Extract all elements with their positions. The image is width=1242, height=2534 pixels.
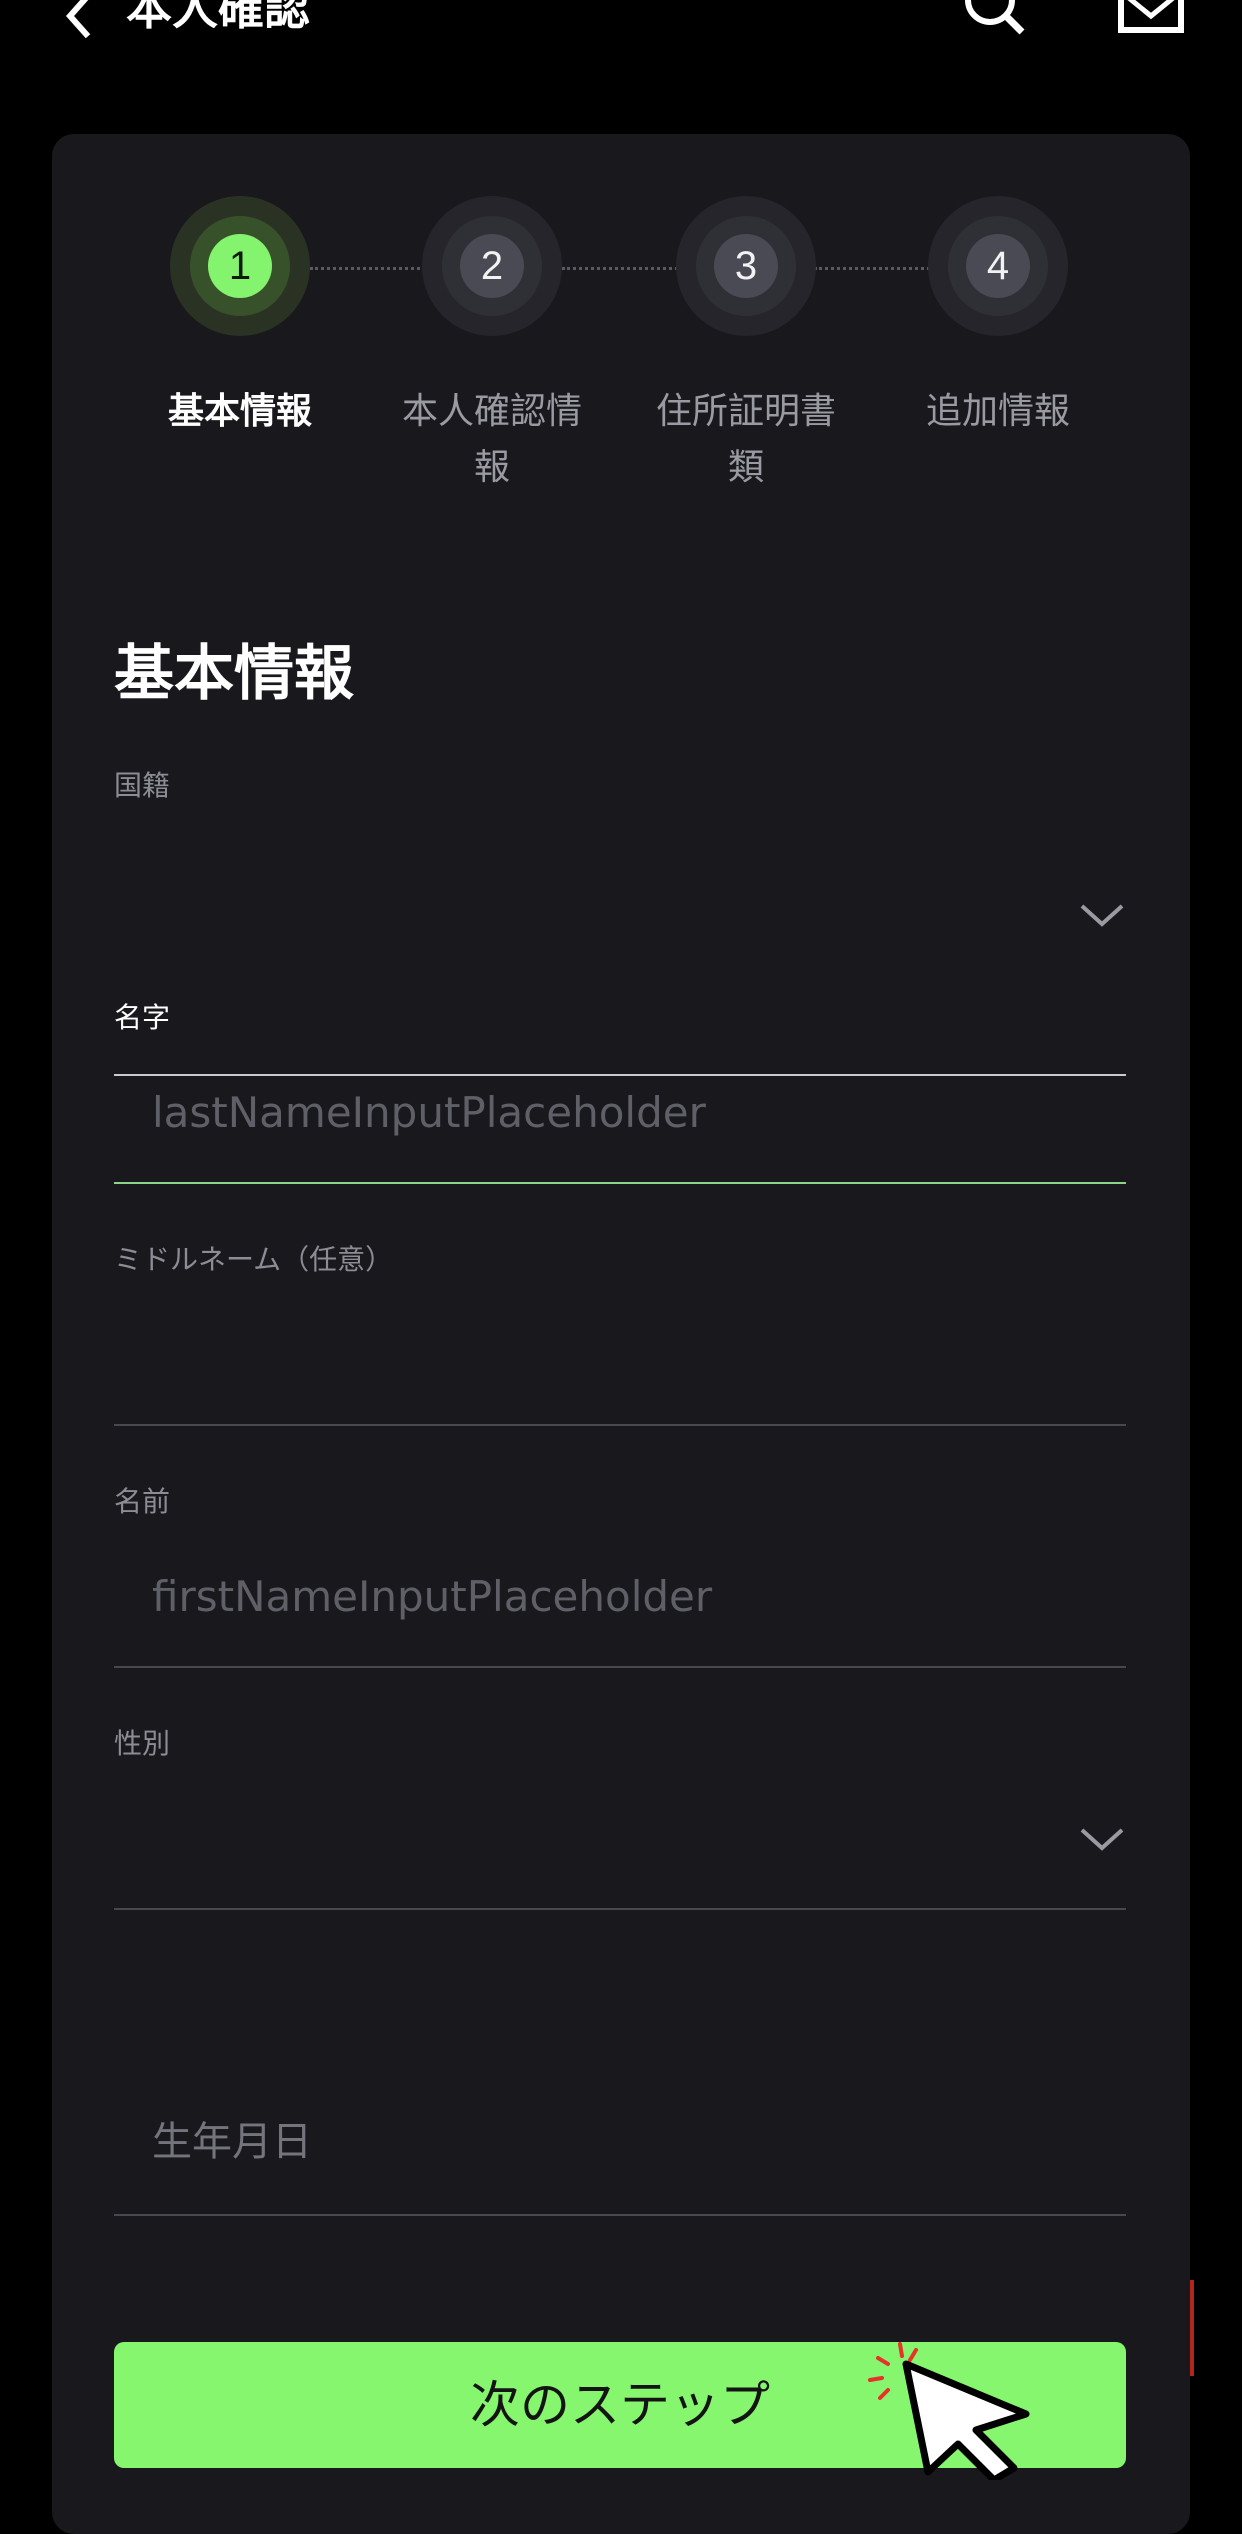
step-3[interactable]: 3 [676,196,816,336]
step-label: 追加情報 [925,391,1070,432]
middle-name-field: ミドルネーム（任意） [114,1242,1126,1432]
first-name-label: 名前 [114,1485,171,1518]
search-icon[interactable] [962,0,1032,46]
step-connector [814,267,930,270]
last-name-input[interactable] [114,1072,1126,1152]
back-icon[interactable] [58,0,98,40]
mail-icon[interactable] [1118,0,1186,34]
step-4[interactable]: 4 [928,196,1068,336]
step-connector [562,267,678,270]
step-label: 住所証明書類 [655,391,836,488]
last-name-label: 名字 [114,1001,171,1034]
step-number: 3 [714,234,778,298]
progress-stepper: 1 2 3 4 基本情報 本人確認情報 住所証明書類 追加情報 [52,134,1190,534]
chevron-down-icon[interactable] [1078,1824,1126,1854]
kyc-card: 1 2 3 4 基本情報 本人確認情報 住所証明書類 追加情報 基本情報 国籍 [52,134,1190,2534]
step-label: 本人確認情報 [401,391,582,488]
step-2[interactable]: 2 [422,196,562,336]
cursor-icon [868,2342,1030,2480]
edge-marker [1190,2280,1194,2376]
middle-name-input[interactable] [114,1314,1126,1394]
middle-name-label: ミドルネーム（任意） [114,1243,394,1276]
field-underline [114,1182,1126,1184]
first-name-field: 名前 [114,1484,1126,1674]
field-underline [114,1666,1126,1668]
step-number: 1 [208,234,272,298]
page-title: 本人確認 [126,0,310,35]
gender-field[interactable]: 性別 [114,1726,1126,1916]
field-underline [114,2214,1126,2216]
birth-date-field[interactable]: 生年月日 [114,2074,1126,2224]
step-number: 4 [966,234,1030,298]
last-name-field: 名字 [114,1000,1126,1190]
chevron-down-icon[interactable] [1078,900,1126,930]
step-connector [310,267,426,270]
field-underline [114,1908,1126,1910]
section-title: 基本情報 [114,639,354,709]
app-header: 本人確認 [0,0,1242,100]
field-underline [114,1424,1126,1426]
step-label: 基本情報 [167,391,312,432]
first-name-input[interactable] [114,1556,1126,1636]
nationality-label: 国籍 [114,769,171,802]
step-number: 2 [460,234,524,298]
gender-label: 性別 [114,1727,171,1760]
step-1[interactable]: 1 [170,196,310,336]
birth-date-placeholder: 生年月日 [152,2119,312,2165]
